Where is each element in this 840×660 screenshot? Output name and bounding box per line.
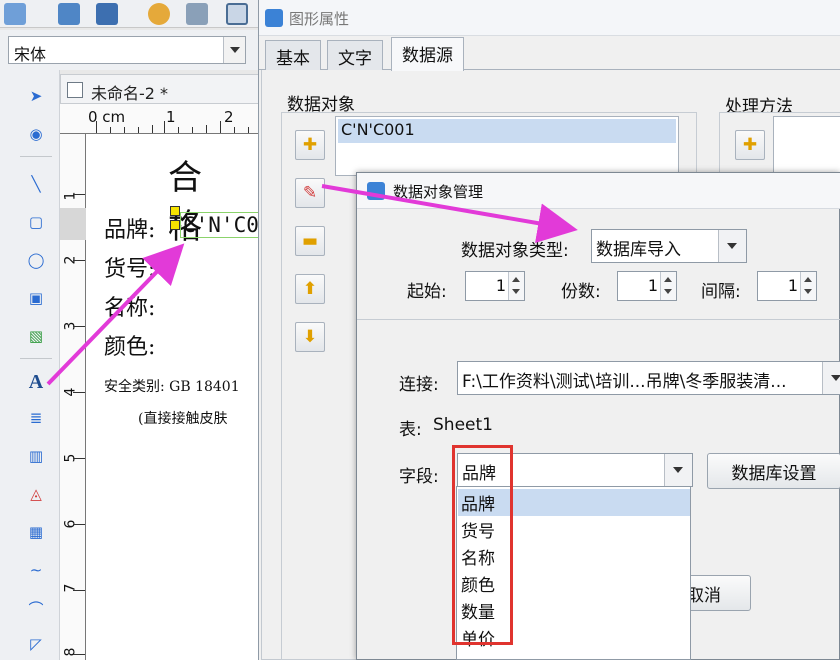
table-label: 表:: [399, 420, 422, 440]
ruler-unit-label: 0 cm: [88, 108, 126, 126]
chevron-down-icon[interactable]: [223, 37, 245, 63]
label-safety-line[interactable]: 安全类别: GB 18401: [104, 376, 240, 396]
connection-select[interactable]: F:\工作资料\测试\培训...吊牌\冬季服装清...: [457, 361, 840, 395]
properties-title-bar[interactable]: 图形属性: [259, 0, 840, 36]
ruler-v-number: 7: [62, 583, 79, 593]
spin-up-icon[interactable]: [664, 277, 672, 282]
copies-label: 份数:: [561, 282, 601, 302]
properties-tabs: 基本 文字 数据源: [259, 36, 840, 71]
font-row: 宋体: [0, 30, 270, 70]
curve-tool-icon[interactable]: ∼: [22, 556, 50, 584]
document-icon: [67, 82, 83, 98]
label-item-no-caption[interactable]: 货号:: [104, 251, 155, 283]
divider: [357, 319, 840, 320]
spin-down-icon[interactable]: [664, 289, 672, 294]
edit-icon[interactable]: ✎: [295, 178, 325, 208]
data-object-item[interactable]: C'N'C001: [338, 119, 676, 143]
data-object-type-label: 数据对象类型:: [461, 241, 569, 261]
vertical-ruler: 1 2 3 4 5 6 7 8: [60, 134, 88, 660]
line-tool-icon[interactable]: ╲: [22, 170, 50, 198]
spin-up-icon[interactable]: [804, 277, 812, 282]
resize-handle[interactable]: [170, 220, 180, 230]
polyline-tool-icon[interactable]: ◸: [22, 630, 50, 658]
chevron-down-icon[interactable]: [664, 454, 692, 486]
chevron-down-icon[interactable]: [718, 230, 746, 262]
chevron-down-icon[interactable]: [822, 362, 840, 394]
connection-label: 连接:: [399, 375, 439, 395]
label-canvas[interactable]: 合 格 品牌: C'N'C001 货号: 名称: 颜色: 安全类别: GB 18…: [86, 134, 260, 660]
open-folder-icon[interactable]: [58, 3, 80, 25]
main-toolbar: [0, 0, 270, 28]
spin-down-icon[interactable]: [512, 289, 520, 294]
start-spinner[interactable]: 1: [465, 271, 525, 301]
label-contact-line[interactable]: (直接接触皮肤: [138, 408, 227, 428]
label-color-caption[interactable]: 颜色:: [104, 329, 155, 361]
app-icon: [265, 9, 283, 27]
pointer-icon[interactable]: ➤: [22, 82, 50, 110]
interval-spinner[interactable]: 1: [757, 271, 817, 301]
label-brand-caption[interactable]: 品牌:: [104, 212, 155, 244]
highlight-box: [452, 445, 513, 645]
tab-data-source[interactable]: 数据源: [391, 37, 464, 71]
app-icon: [367, 182, 385, 200]
ellipse-tool-icon[interactable]: ◯: [22, 246, 50, 274]
spin-up-icon[interactable]: [512, 277, 520, 282]
resize-handle[interactable]: [170, 206, 180, 216]
font-family-value: 宋体: [14, 45, 47, 64]
image-tool-icon[interactable]: ▣: [22, 284, 50, 312]
print-icon[interactable]: [186, 3, 208, 25]
shape-tool-icon[interactable]: ◬: [22, 480, 50, 508]
interval-label: 间隔:: [701, 282, 741, 302]
picture-tool-icon[interactable]: ▧: [22, 322, 50, 350]
settings-icon[interactable]: [148, 3, 170, 25]
start-label: 起始:: [407, 282, 447, 302]
data-object-list[interactable]: C'N'C001: [335, 116, 679, 176]
move-down-icon[interactable]: ⬇: [295, 322, 325, 352]
text-tool-icon[interactable]: A: [22, 368, 50, 396]
document-tab-title: 未命名-2 *: [91, 84, 169, 103]
zoom-icon[interactable]: [226, 3, 248, 25]
remove-icon[interactable]: ▬: [295, 226, 325, 256]
database-settings-button[interactable]: 数据库设置: [707, 453, 840, 489]
arc-tool-icon[interactable]: ⌒: [22, 594, 50, 622]
horizontal-ruler: 0 cm 1 2: [60, 104, 260, 134]
brand-text-object[interactable]: C'N'C001: [180, 212, 260, 238]
barcode-tool-icon[interactable]: ▥: [22, 442, 50, 470]
ruler-v-number: 1: [62, 191, 79, 201]
table-value: Sheet1: [433, 415, 493, 435]
save-icon[interactable]: [96, 3, 118, 25]
start-value: 1: [495, 276, 506, 295]
dialog-title: 数据对象管理: [393, 183, 484, 201]
qrcode-tool-icon[interactable]: ▦: [22, 518, 50, 546]
document-tab[interactable]: 未命名-2 *: [60, 74, 260, 104]
data-object-type-select[interactable]: 数据库导入: [591, 229, 747, 263]
ruler-h-number: 2: [224, 108, 234, 126]
connection-value: F:\工作资料\测试\培训...吊牌\冬季服装清...: [462, 372, 787, 392]
rich-text-tool-icon[interactable]: ≣: [22, 404, 50, 432]
move-up-icon[interactable]: ⬆: [295, 274, 325, 304]
ruler-h-number: 1: [166, 108, 176, 126]
data-object-type-value: 数据库导入: [596, 240, 681, 260]
interval-value: 1: [787, 276, 798, 295]
ruler-v-number: 8: [62, 647, 79, 657]
process-method-list[interactable]: [773, 116, 840, 176]
pan-icon[interactable]: ◉: [22, 120, 50, 148]
properties-title: 图形属性: [289, 10, 350, 28]
field-label: 字段:: [399, 467, 439, 487]
dialog-title-bar[interactable]: 数据对象管理: [357, 173, 840, 209]
add-icon[interactable]: ✚: [295, 130, 325, 160]
new-document-icon[interactable]: [4, 3, 26, 25]
tab-basic[interactable]: 基本: [265, 40, 321, 70]
drawing-toolbar: ➤ ◉ ╲ ▢ ◯ ▣ ▧ A ≣ ▥ ◬ ▦ ∼ ⌒ ◸: [0, 70, 60, 660]
spin-down-icon[interactable]: [804, 289, 812, 294]
copies-value: 1: [647, 276, 658, 295]
tab-text[interactable]: 文字: [327, 40, 383, 70]
font-family-select[interactable]: 宋体: [8, 36, 246, 64]
label-name-caption[interactable]: 名称:: [104, 290, 155, 322]
rectangle-tool-icon[interactable]: ▢: [22, 208, 50, 236]
add-process-icon[interactable]: ✚: [735, 130, 765, 160]
ruler-selection-band: [60, 208, 88, 240]
copies-spinner[interactable]: 1: [617, 271, 677, 301]
